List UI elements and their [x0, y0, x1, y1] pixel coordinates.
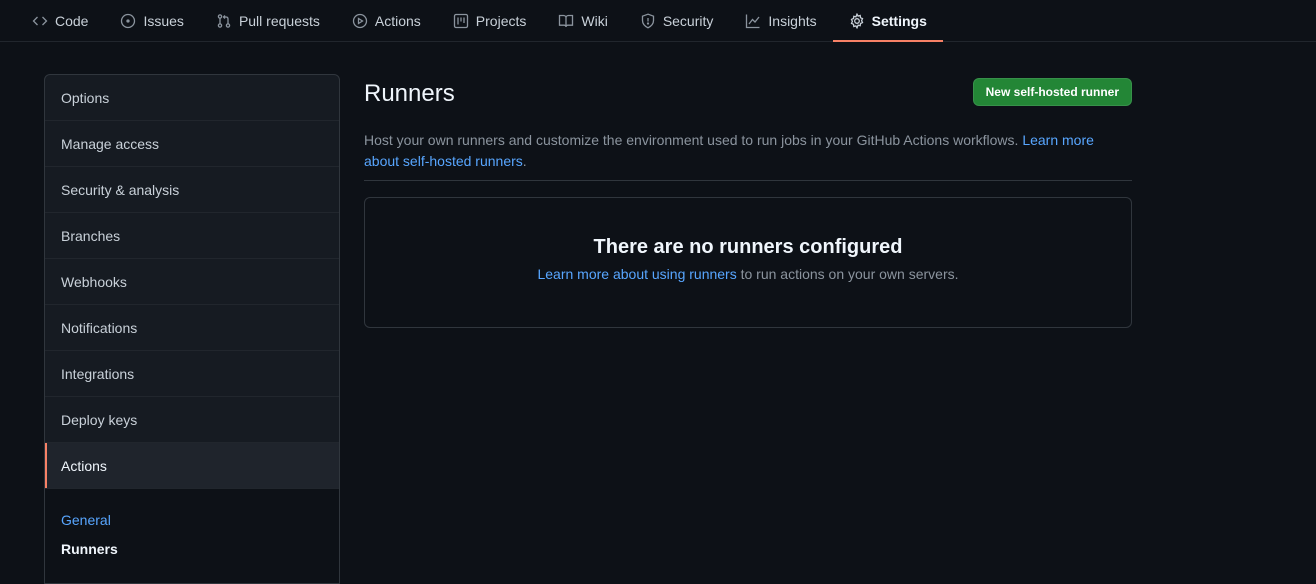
sidebar-item-security-analysis[interactable]: Security & analysis [45, 167, 339, 213]
tab-wiki[interactable]: Wiki [542, 0, 623, 41]
tab-security[interactable]: Security [624, 0, 730, 41]
tab-settings[interactable]: Settings [832, 0, 944, 42]
empty-state-title: There are no runners configured [593, 236, 903, 258]
play-icon [352, 13, 368, 28]
description-period: . [522, 153, 527, 169]
repo-nav: Code Issues Pull requests Actions Projec… [0, 0, 1316, 42]
gear-icon [850, 12, 864, 29]
tab-label: Wiki [581, 12, 608, 29]
project-icon [453, 13, 468, 28]
code-icon [32, 16, 48, 25]
sidebar-item-options[interactable]: Options [45, 75, 339, 121]
tab-projects[interactable]: Projects [437, 0, 543, 41]
sidebar-item-webhooks[interactable]: Webhooks [45, 259, 339, 305]
sidebar-item-label: Integrations [61, 365, 135, 382]
empty-state-text: to run actions on your own servers. [736, 266, 959, 282]
tab-label: Projects [475, 12, 527, 29]
empty-state-description: Learn more about using runners to run ac… [365, 266, 1131, 282]
sidebar-item-branches[interactable]: Branches [45, 213, 339, 259]
tab-label: Insights [768, 12, 817, 29]
git-pull-request-icon [217, 13, 231, 28]
sidebar-item-label: Deploy keys [61, 411, 138, 428]
tab-insights[interactable]: Insights [729, 0, 832, 41]
graph-icon [746, 14, 760, 28]
subnav-general-link[interactable]: General [61, 511, 339, 540]
empty-state-box: There are no runners configured Learn mo… [364, 197, 1132, 328]
sidebar-item-label: Manage access [61, 135, 160, 152]
tab-label: Code [55, 12, 89, 29]
runners-description: Host your own runners and customize the … [364, 130, 1132, 181]
sidebar-item-label: Security & analysis [61, 181, 180, 198]
tab-label: Issues [143, 12, 184, 29]
sidebar-item-label: Branches [61, 227, 121, 244]
tab-label: Actions [374, 12, 421, 29]
tab-label: Settings [871, 12, 927, 29]
sidebar-item-integrations[interactable]: Integrations [45, 351, 339, 397]
book-icon [559, 14, 574, 27]
settings-sidebar: Options Manage access Security & analysi… [44, 74, 340, 584]
sidebar-item-manage-access[interactable]: Manage access [45, 121, 339, 167]
page-title: Runners [364, 80, 455, 107]
subhead: Runners New self-hosted runner [364, 74, 1132, 138]
main-content: Runners New self-hosted runner Host your… [364, 74, 1132, 328]
tab-code[interactable]: Code [16, 0, 104, 41]
tab-issues[interactable]: Issues [104, 0, 199, 41]
tab-label: Security [662, 12, 714, 29]
sidebar-item-notifications[interactable]: Notifications [45, 305, 339, 351]
new-self-hosted-runner-button[interactable]: New self-hosted runner [972, 78, 1132, 106]
sidebar-item-label: Notifications [61, 319, 138, 336]
sidebar-item-label: Actions [61, 457, 107, 474]
tab-actions[interactable]: Actions [336, 0, 437, 41]
sidebar-item-actions[interactable]: Actions [45, 443, 339, 489]
sidebar-item-label: Options [61, 89, 110, 106]
sidebar-item-label: Webhooks [61, 273, 127, 290]
shield-icon [641, 13, 654, 29]
subnav-runners-link[interactable]: Runners [61, 540, 339, 569]
sidebar-item-deploy-keys[interactable]: Deploy keys [45, 397, 339, 443]
issue-opened-icon [121, 13, 136, 28]
description-text: Host your own runners and customize the … [364, 132, 1019, 148]
using-runners-link[interactable]: Learn more about using runners [537, 266, 736, 282]
tab-pull-requests[interactable]: Pull requests [200, 0, 336, 41]
tab-label: Pull requests [238, 12, 320, 29]
